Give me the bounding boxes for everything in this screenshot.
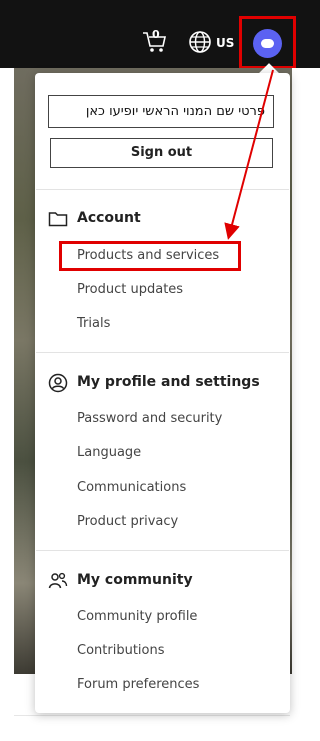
section-title-account: Account <box>77 210 141 226</box>
menu-item-contributions[interactable]: Contributions <box>77 643 165 658</box>
section-title-profile: My profile and settings <box>77 374 260 390</box>
menu-item-trials[interactable]: Trials <box>77 316 110 331</box>
section-account-icon-wrap <box>48 208 68 230</box>
menu-item-language[interactable]: Language <box>77 445 141 460</box>
annotation-highlight-products <box>59 241 241 271</box>
community-icon <box>48 572 68 589</box>
section-title-community: My community <box>77 572 193 588</box>
account-name-field: פרטי שם המנוי הראשי יופיעו כאן <box>48 95 274 128</box>
section-community-icon-wrap <box>48 570 68 592</box>
annotation-highlight-avatar <box>239 16 296 69</box>
cart-button[interactable]: 0 <box>142 28 168 54</box>
menu-item-communications[interactable]: Communications <box>77 480 186 495</box>
region-label[interactable]: US <box>216 36 234 50</box>
globe-icon[interactable] <box>188 30 212 54</box>
menu-item-password-and-security[interactable]: Password and security <box>77 411 222 426</box>
menu-item-community-profile[interactable]: Community profile <box>77 609 197 624</box>
sign-out-button[interactable]: Sign out <box>50 138 273 168</box>
page-margin <box>292 68 320 674</box>
menu-item-forum-preferences[interactable]: Forum preferences <box>77 677 199 692</box>
page-divider <box>14 715 290 716</box>
folder-icon <box>48 212 68 227</box>
menu-item-product-privacy[interactable]: Product privacy <box>77 514 178 529</box>
cart-count-badge: 0 <box>152 28 160 41</box>
menu-divider <box>36 352 289 353</box>
menu-divider <box>36 550 289 551</box>
section-profile-icon-wrap <box>48 372 68 394</box>
menu-item-product-updates[interactable]: Product updates <box>77 282 183 297</box>
user-circle-icon <box>48 373 68 393</box>
menu-divider <box>36 189 289 190</box>
